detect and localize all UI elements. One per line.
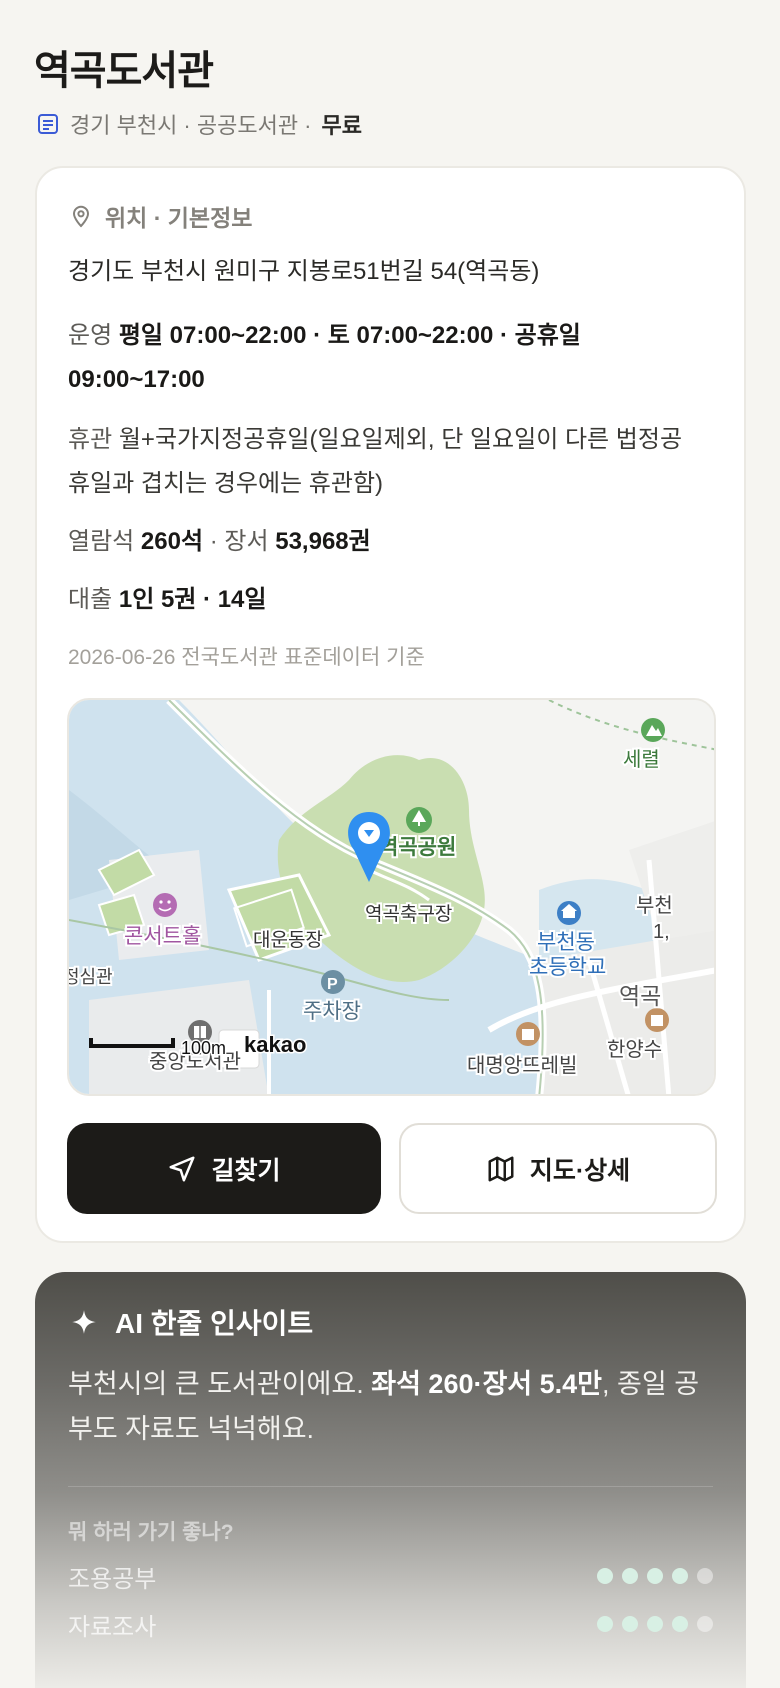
action-buttons: 길찾기 지도·상세 [67, 1123, 717, 1214]
directions-label: 길찾기 [211, 1156, 281, 1185]
loan-label: 대출 [68, 586, 113, 613]
rating-dot [647, 1568, 663, 1584]
rating-dot [697, 1616, 713, 1632]
sparkle-icon [72, 1310, 96, 1334]
section-header: 위치 · 기본정보 [69, 198, 252, 234]
map-icon [488, 1156, 514, 1181]
school-icon [557, 901, 581, 925]
closed-days: 휴관 월+국가지정공휴일(일요일제외, 단 일요일이 다른 법정공휴일과 겹치는… [68, 418, 688, 506]
rating-dot [697, 1568, 713, 1584]
map-detail-button[interactable]: 지도·상세 [399, 1123, 717, 1214]
map-label-station: 역곡 [619, 983, 661, 1009]
ai-summary: 부천시의 큰 도서관이에요. 좌석 260·장서 5.4만, 종일 공부도 자료… [68, 1369, 700, 1444]
data-basis: 2026-06-26 전국도서관 표준데이터 기준 [68, 646, 425, 669]
rating-dot [597, 1616, 613, 1632]
rating-dots [597, 1568, 713, 1584]
section-title: 위치 · 기본정보 [105, 205, 253, 231]
library-meta: 경기 부천시 · 공공도서관 · 무료 [36, 108, 362, 140]
directions-button[interactable]: 길찾기 [67, 1123, 381, 1214]
rating-dots [597, 1616, 713, 1632]
map-scale-label: 100m [181, 1038, 226, 1058]
park-tree-icon [406, 807, 432, 833]
rating-dot [647, 1616, 663, 1632]
rating-dot [622, 1616, 638, 1632]
seats-books: 열람석 260석 · 장서 53,968권 [68, 528, 371, 555]
loan-policy: 대출 1인 5권 · 14일 [68, 578, 688, 622]
map-label-hall: 정심관 [69, 967, 113, 987]
seats-value: 260석 [140, 528, 204, 555]
smile-icon [153, 893, 177, 917]
map-label-right-1: 부천 [636, 894, 673, 917]
page-title: 역곡도서관 [34, 49, 214, 93]
loan-value: 1인 5권 · 14일 [118, 586, 267, 613]
library-region-type: 경기 부천시 · 공공도서관 · [70, 113, 312, 138]
apartment-icon-2 [645, 1008, 669, 1032]
books-label: 장서 [224, 528, 269, 555]
info-card: 위치 · 기본정보 경기도 부천시 원미구 지봉로51번길 54(역곡동) 운영… [35, 166, 746, 1243]
svg-text:P: P [327, 976, 338, 993]
mountain-icon [641, 718, 665, 742]
map-label-school-1: 부천동 [537, 931, 595, 954]
rating-dot [672, 1616, 688, 1632]
map-label-hanyang: 한양수 [607, 1038, 662, 1061]
rating-row: 조용공부 [68, 1558, 713, 1594]
address: 경기도 부천시 원미구 지봉로51번길 54(역곡동) [68, 258, 540, 285]
hours-label: 운영 [68, 322, 113, 349]
rating-dot [672, 1568, 688, 1584]
divider [68, 1486, 713, 1487]
ai-question: 뭐 하러 가기 좋나? [68, 1521, 234, 1544]
fee-label: 무료 [321, 113, 362, 138]
map-label-football: 역곡축구장 [365, 903, 452, 925]
map-label-park: 역곡공원 [379, 836, 456, 859]
map-detail-label: 지도·상세 [529, 1156, 631, 1185]
books-value: 53,968권 [275, 528, 371, 555]
map-brand-logo: kakao [244, 1032, 306, 1057]
map-label-school-2: 초등학교 [529, 956, 606, 979]
apartment-icon [516, 1022, 540, 1046]
parking-icon: P [321, 970, 345, 994]
map-label-concert: 콘서트홀 [124, 925, 201, 948]
map-label-parking: 주차장 [303, 1000, 361, 1023]
location-pin-icon [72, 205, 90, 228]
rating-dot [622, 1568, 638, 1584]
map-label-apartment: 대명앙뜨레빌 [467, 1054, 577, 1077]
seats-label: 열람석 [68, 528, 135, 555]
ai-insight-card: AI 한줄 인사이트 부천시의 큰 도서관이에요. 좌석 260·장서 5.4만… [35, 1272, 746, 1688]
map-label-stadium: 대운동장 [253, 929, 323, 951]
rating-label: 조용공부 [68, 1565, 157, 1593]
rating-label: 자료조사 [68, 1613, 157, 1641]
navigation-arrow-icon [169, 1156, 195, 1181]
hours-value: 평일 07:00~22:00 · 토 07:00~22:00 · 공휴일 09:… [68, 322, 581, 393]
closed-label: 휴관 [68, 426, 113, 453]
rating-row: 자료조사 [68, 1606, 713, 1642]
ai-header: AI 한줄 인사이트 [71, 1302, 313, 1342]
map-label-right-2: 1, [653, 921, 670, 943]
map-label-top-right: 세렬 [623, 748, 660, 771]
rating-dot [597, 1568, 613, 1584]
map-canvas[interactable]: 역곡공원 역곡축구장 콘서트홀 대운동장 P 주차장 부천동 초등학교 심관 중… [69, 700, 716, 1096]
ai-title: AI 한줄 인사이트 [115, 1308, 314, 1339]
ai-highlight: 좌석 260·장서 5.4만 [371, 1369, 603, 1399]
opening-hours: 운영 평일 07:00~22:00 · 토 07:00~22:00 · 공휴일 … [68, 314, 688, 402]
map-view[interactable]: 역곡공원 역곡축구장 콘서트홀 대운동장 P 주차장 부천동 초등학교 심관 중… [67, 698, 716, 1096]
closed-value: 월+국가지정공휴일(일요일제외, 단 일요일이 다른 법정공휴일과 겹치는 경우… [68, 426, 683, 497]
document-icon [38, 114, 58, 134]
